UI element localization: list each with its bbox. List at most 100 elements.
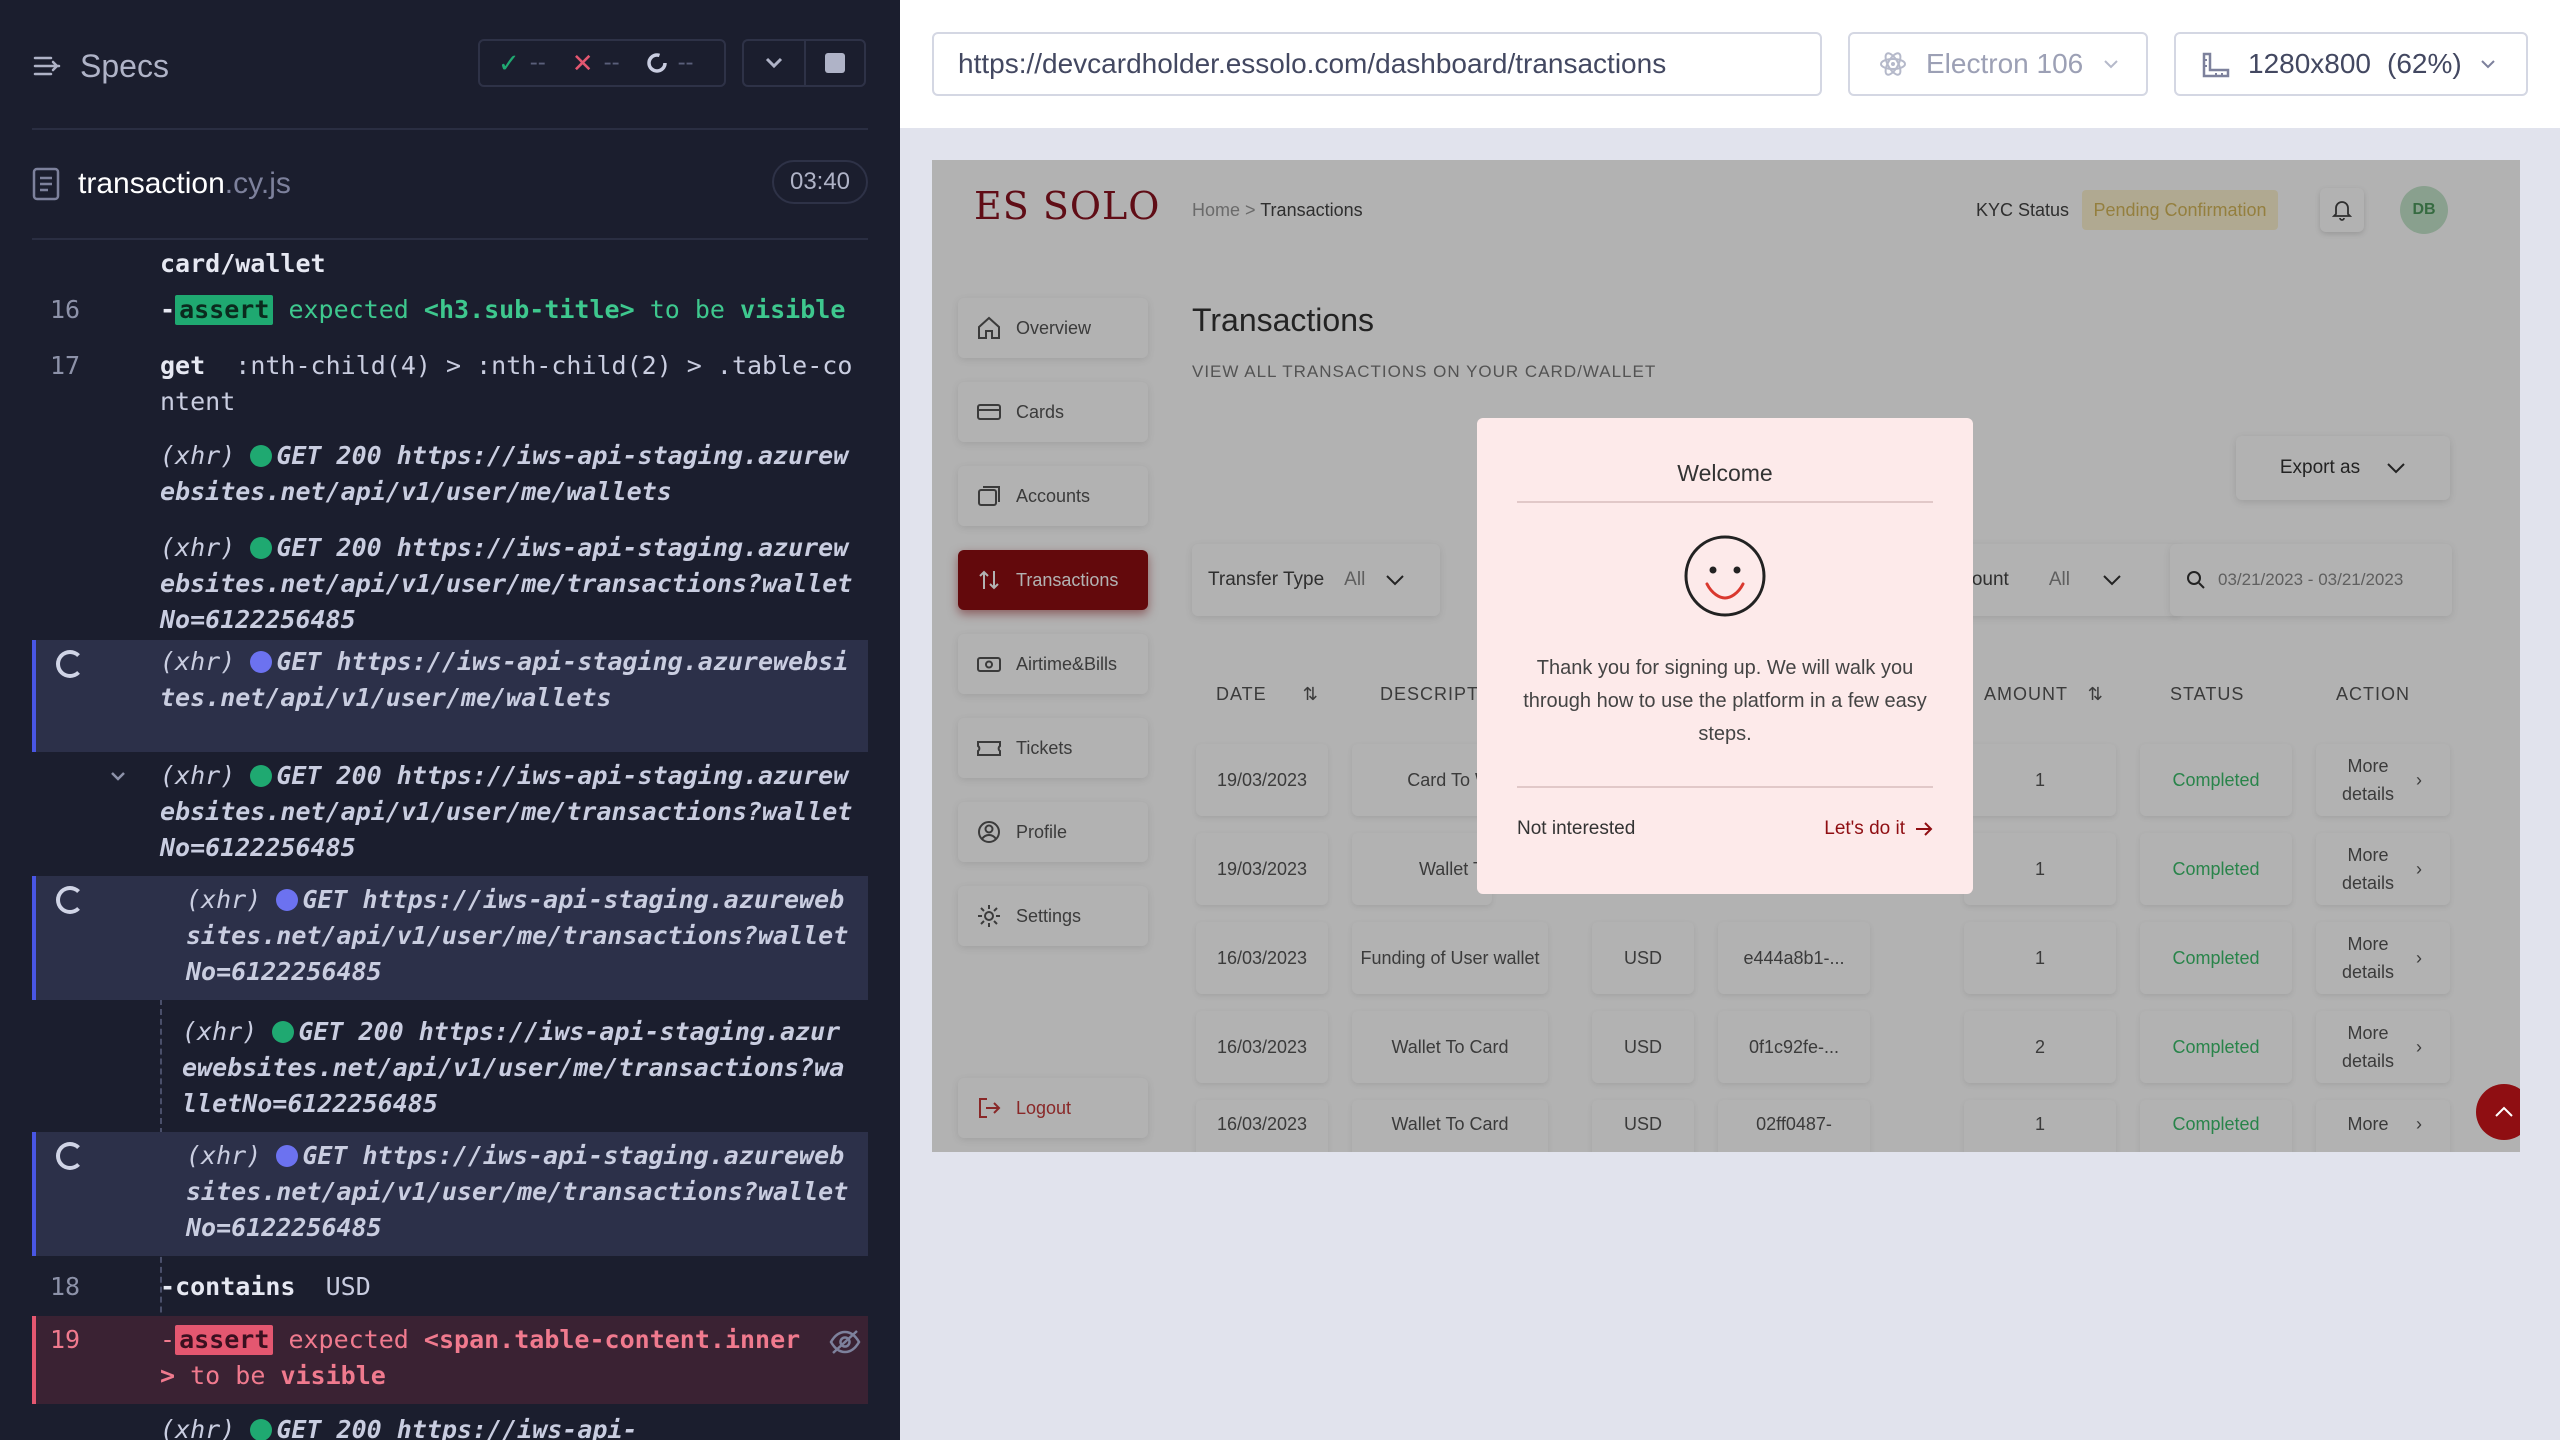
- url-bar[interactable]: https://devcardholder.essolo.com/dashboa…: [932, 32, 1822, 96]
- status-dot-green: [272, 1021, 295, 1043]
- pending-icon: [646, 53, 667, 73]
- viewport-zoom: (62%): [2387, 48, 2462, 79]
- browser-selector[interactable]: Electron 106: [1848, 32, 2148, 96]
- welcome-modal: Welcome Thank you for signing up. We wil…: [1477, 418, 1973, 894]
- arrow-right-icon: [1916, 822, 1933, 836]
- status-dot-green: [250, 1419, 273, 1440]
- test-stats: ✓ -- ✕ -- --: [478, 39, 726, 87]
- xhr-tag: (xhr): [160, 441, 236, 470]
- xhr-row[interactable]: (xhr) GET 200 https://iws-api-staging.az…: [32, 530, 868, 642]
- viewport-size: 1280x800: [2248, 48, 2372, 79]
- loading-spinner-icon: [56, 1142, 84, 1170]
- ruler-icon: [2202, 52, 2230, 78]
- assert-text: expected: [288, 295, 409, 324]
- collapse-toggle-button[interactable]: [742, 39, 804, 87]
- loading-spinner-icon: [56, 650, 84, 678]
- xhr-row[interactable]: (xhr) GET 200 https://iws-api-staging.az…: [32, 438, 868, 514]
- failed-stat: ✕ --: [572, 48, 620, 79]
- command-row-contains-18[interactable]: 18 -contains USD: [32, 1266, 868, 1308]
- command-selector: :nth-child(4) > :nth-child(2) > .table-c…: [160, 351, 853, 416]
- command-list: card/wallet 16 - assert expected <h3.sub-…: [32, 238, 868, 1440]
- command-dash: -: [160, 1272, 176, 1301]
- line-number: 19: [50, 1325, 81, 1354]
- status-dot-green: [250, 445, 273, 467]
- xhr-tag: (xhr): [160, 533, 236, 562]
- command-name: contains: [175, 1272, 296, 1301]
- eye-slash-icon[interactable]: [828, 1328, 862, 1356]
- passed-stat: ✓ --: [498, 48, 546, 79]
- specs-header[interactable]: Specs: [32, 44, 169, 88]
- line-number: 18: [50, 1272, 81, 1301]
- status-dot-pending: [276, 889, 299, 911]
- command-row-assert-16[interactable]: 16 - assert expected <h3.sub-title> to be…: [32, 292, 868, 332]
- smiley-icon: [1684, 535, 1766, 617]
- status-dot-pending: [250, 651, 273, 673]
- xhr-row-pending[interactable]: (xhr) GET https://iws-api-staging.azurew…: [32, 1132, 868, 1256]
- line-number: 17: [50, 351, 81, 380]
- modal-divider: [1517, 786, 1933, 788]
- pending-stat: --: [646, 49, 694, 77]
- assert-badge: assert: [175, 1325, 274, 1355]
- electron-icon: [1880, 52, 1906, 76]
- xhr-row[interactable]: (xhr) GET 200 https://iws-api-staging.az…: [32, 1010, 868, 1126]
- browser-name: Electron 106: [1926, 48, 2084, 79]
- xhr-tag: (xhr): [160, 1415, 236, 1440]
- assert-text: expected: [288, 1325, 409, 1354]
- xhr-tag: (xhr): [160, 647, 236, 676]
- xhr-tag: (xhr): [182, 1017, 258, 1046]
- app-preview: ES SOLO Home > Transactions KYC Status P…: [932, 160, 2520, 1152]
- pending-count: --: [677, 49, 694, 76]
- xhr-tag: (xhr): [186, 1141, 262, 1170]
- status-dot-green: [250, 765, 273, 787]
- header-divider: [32, 128, 868, 130]
- check-icon: ✓: [498, 47, 520, 78]
- stop-button[interactable]: [804, 39, 866, 87]
- xhr-row-expandable[interactable]: (xhr) GET 200 https://iws-api-staging.az…: [32, 758, 868, 870]
- command-value: USD: [325, 1272, 371, 1301]
- command-name: get: [160, 351, 206, 380]
- xhr-row[interactable]: (xhr) GET 200 https://iws-api-: [32, 1412, 868, 1440]
- specs-menu-icon: [33, 56, 61, 76]
- command-row-assert-19-failed[interactable]: 19 - assert expected <span.table-content.…: [32, 1316, 868, 1404]
- chevron-down-icon: [2104, 60, 2118, 69]
- spec-file-ext: .cy.js: [224, 167, 291, 200]
- command-row-get-17[interactable]: 17 get :nth-child(4) > :nth-child(2) > .…: [32, 348, 868, 424]
- xhr-row-pending[interactable]: (xhr) GET https://iws-api-staging.azurew…: [32, 876, 868, 1000]
- chevron-up-icon: [2495, 1106, 2513, 1117]
- assert-expectation: visible: [740, 295, 846, 324]
- viewport-selector[interactable]: 1280x800 (62%): [2174, 32, 2528, 96]
- assert-badge: assert: [175, 295, 274, 325]
- xhr-request: GET 200 https://iws-api-: [276, 1415, 638, 1440]
- command-row[interactable]: card/wallet: [32, 240, 868, 282]
- caret-down-icon[interactable]: [108, 766, 128, 786]
- command-dash: -: [160, 1325, 176, 1354]
- spec-file-row[interactable]: transaction .cy.js: [32, 160, 291, 208]
- spec-file-name: transaction: [78, 167, 225, 200]
- passed-count: --: [529, 49, 546, 76]
- cross-icon: ✕: [571, 47, 594, 78]
- assert-expectation: visible: [280, 1361, 386, 1390]
- command-dash: -: [160, 295, 176, 324]
- modal-title: Welcome: [1517, 460, 1933, 503]
- xhr-row-pending[interactable]: (xhr) GET https://iws-api-staging.azurew…: [32, 640, 868, 752]
- lets-do-it-button[interactable]: Let's do it: [1824, 818, 1933, 840]
- status-dot-green: [250, 537, 273, 559]
- assert-text: to be: [190, 1361, 266, 1390]
- not-interested-button[interactable]: Not interested: [1517, 818, 1635, 840]
- failed-count: --: [603, 49, 620, 76]
- modal-body: Thank you for signing up. We will walk y…: [1523, 657, 1927, 745]
- assert-text: to be: [649, 295, 725, 324]
- confirm-label: Let's do it: [1824, 818, 1905, 839]
- spec-duration: 03:40: [772, 160, 868, 204]
- xhr-tag: (xhr): [160, 761, 236, 790]
- assert-subject: <h3.sub-title>: [423, 295, 635, 324]
- line-number: 16: [50, 295, 81, 324]
- stop-icon: [825, 53, 845, 73]
- xhr-tag: (xhr): [186, 885, 262, 914]
- command-text: card/wallet: [160, 249, 326, 278]
- chevron-down-icon: [765, 57, 783, 69]
- command-log-panel: Specs ✓ -- ✕ -- -- transaction .cy.js 03:40…: [0, 0, 900, 1440]
- status-dot-pending: [276, 1145, 299, 1167]
- specs-title: Specs: [80, 47, 169, 84]
- chevron-down-icon: [2481, 60, 2495, 69]
